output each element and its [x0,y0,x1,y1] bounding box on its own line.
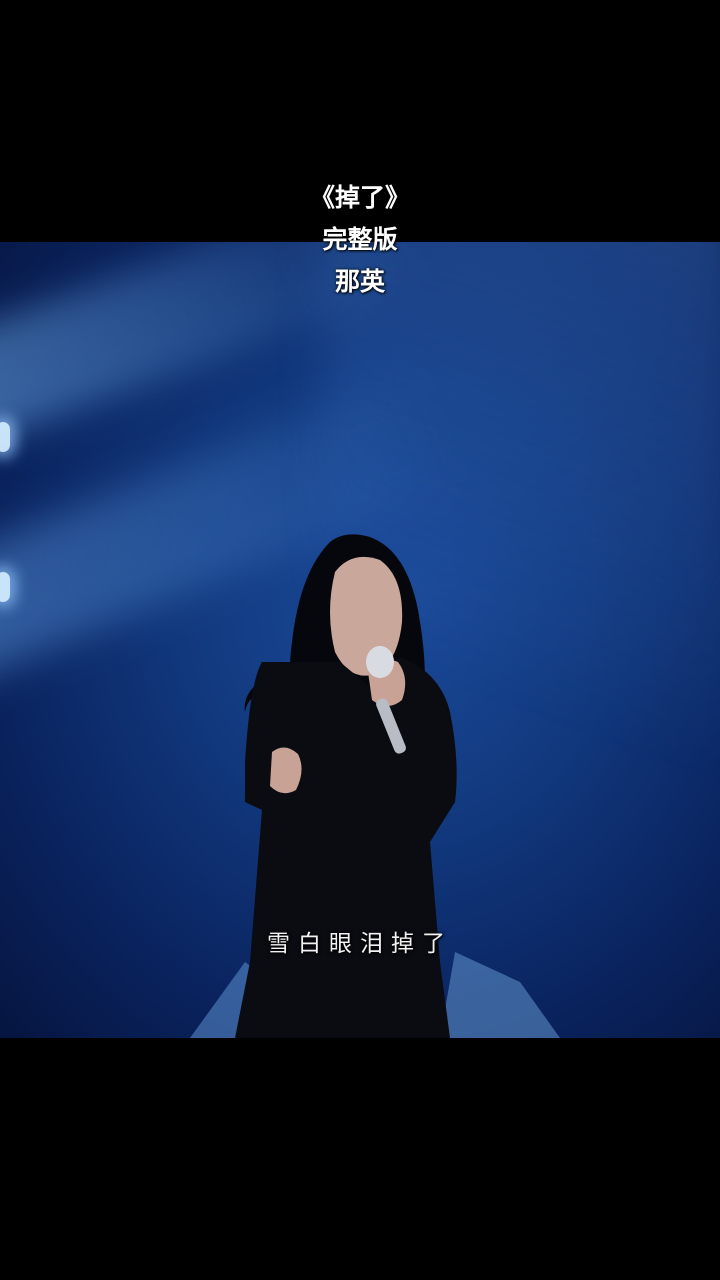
video-player[interactable] [0,242,720,1038]
video-title: 《掉了》 [309,183,410,212]
lyric-subtitle: 雪白眼泪掉了 [267,931,453,957]
artist-name: 那英 [334,267,385,296]
singer-figure [190,534,560,1038]
video-screen[interactable]: 《掉了》 完整版 那英 雪白眼泪掉了 [0,0,720,1280]
video-version-label: 完整版 [322,225,398,254]
